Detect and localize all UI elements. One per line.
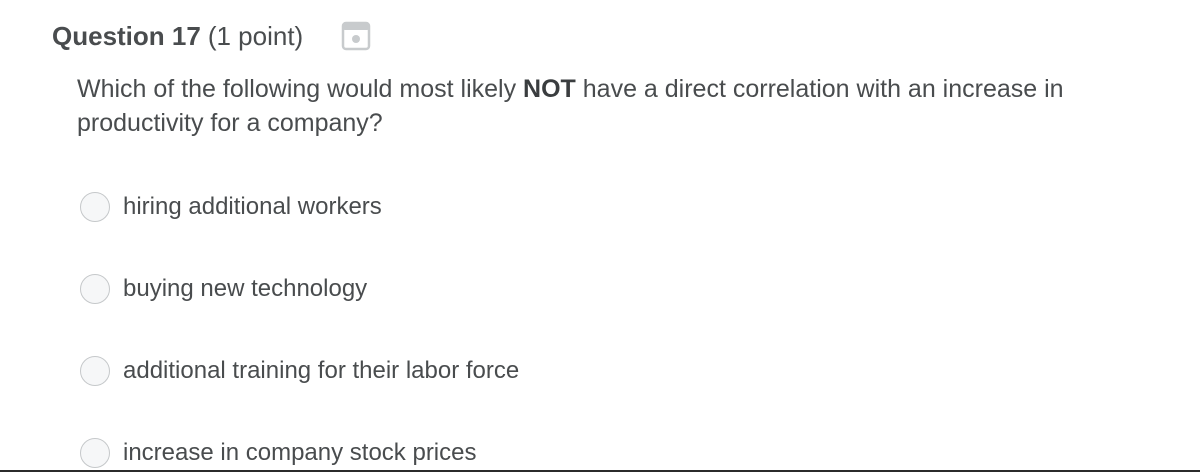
- choice-label: additional training for their labor forc…: [123, 357, 520, 384]
- choice-option-4[interactable]: increase in company stock prices: [80, 438, 476, 468]
- question-text-before: Which of the following would most likely: [77, 75, 524, 103]
- choice-label: increase in company stock prices: [123, 439, 477, 466]
- choice-option-1[interactable]: hiring additional workers: [80, 192, 382, 222]
- question-text-emphasis: NOT: [523, 75, 576, 103]
- quiz-page: Question 17 (1 point) Which of the follo…: [0, 0, 1200, 472]
- radio-button[interactable]: [80, 274, 110, 304]
- choice-option-3[interactable]: additional training for their labor forc…: [80, 356, 519, 386]
- question-title: Question 17: [52, 20, 201, 51]
- question-text: Which of the following would most likely…: [77, 72, 1177, 140]
- choice-label: hiring additional workers: [123, 193, 382, 220]
- radio-button[interactable]: [80, 356, 110, 386]
- save-icon[interactable]: [341, 21, 371, 51]
- choice-label: buying new technology: [123, 275, 368, 302]
- question-points: (1 point): [207, 20, 304, 51]
- question-header: Question 17 (1 point): [52, 18, 371, 54]
- radio-button[interactable]: [80, 438, 110, 468]
- radio-button[interactable]: [80, 192, 110, 222]
- choice-option-2[interactable]: buying new technology: [80, 274, 367, 304]
